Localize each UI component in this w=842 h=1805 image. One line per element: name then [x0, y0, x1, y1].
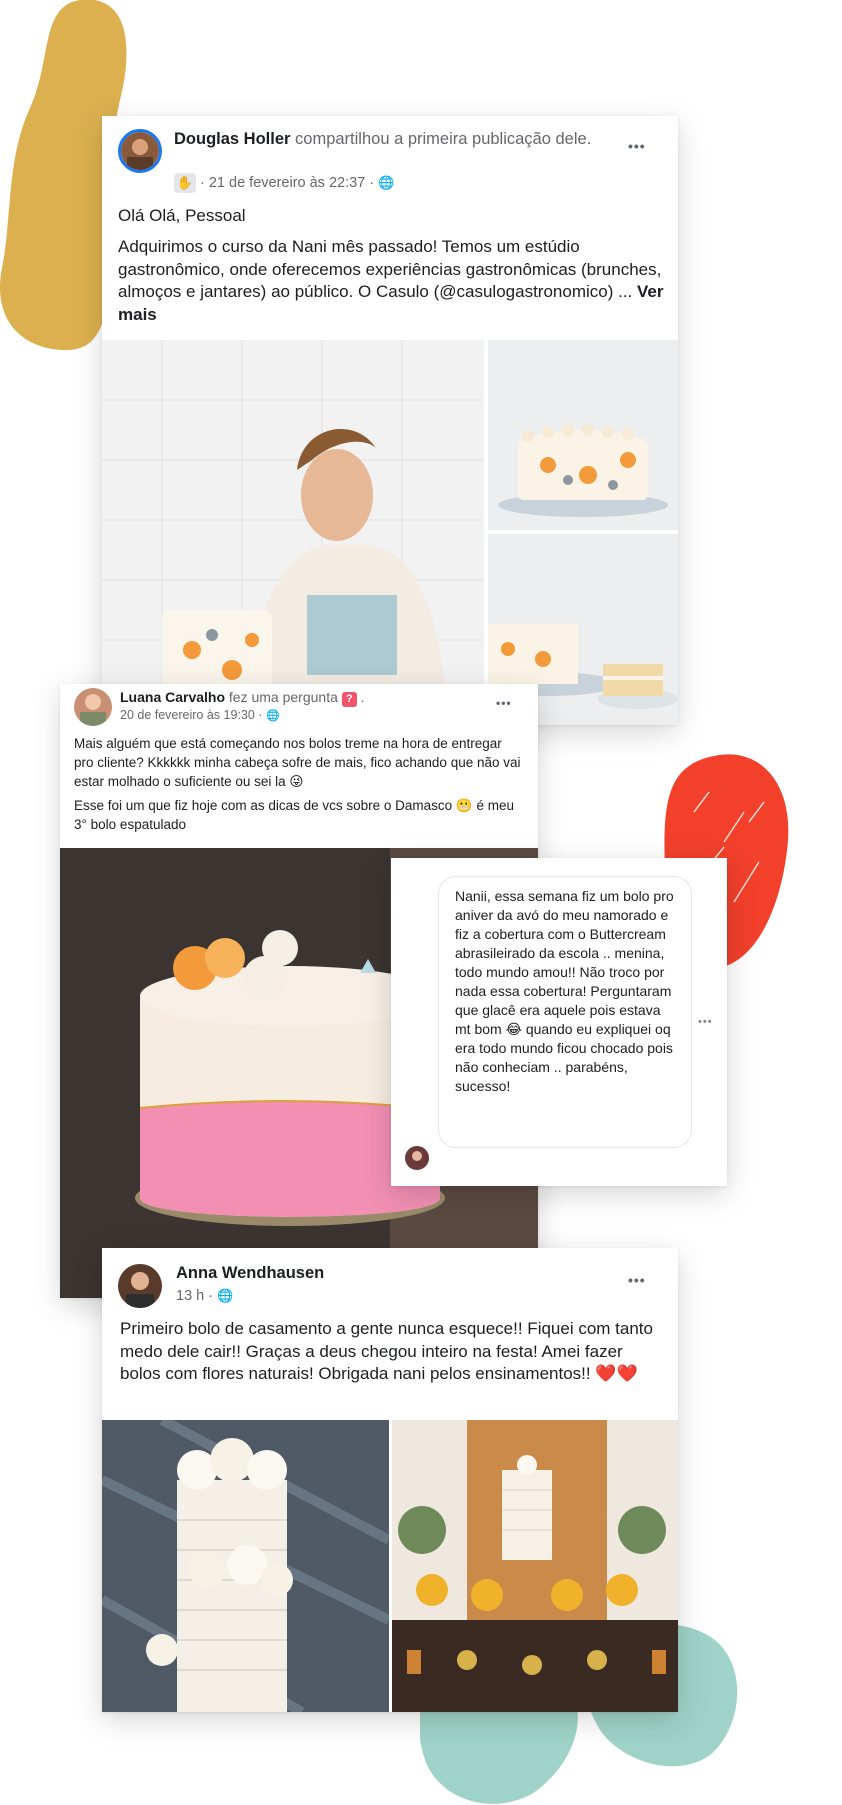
post-photo-wedding-table[interactable]: [392, 1420, 678, 1712]
comment-options-button[interactable]: •••: [698, 1016, 713, 1028]
post-photo-cake-1[interactable]: [488, 340, 678, 530]
avatar[interactable]: [118, 1264, 162, 1308]
post-meta: ✋ · 21 de fevereiro às 22:37 · 🌐: [174, 173, 394, 193]
comment-text: Nanii, essa semana fiz um bolo pro anive…: [455, 888, 674, 1094]
post-body-text: Adquirimos o curso da Nani mês passado! …: [118, 237, 662, 301]
post-header: Douglas Holler compartilhou a primeira p…: [174, 128, 594, 150]
globe-icon: 🌐: [217, 1288, 234, 1303]
post-greeting: Olá Olá, Pessoal: [118, 206, 246, 225]
more-options-button[interactable]: •••: [628, 1272, 646, 1288]
wave-badge-icon: ✋: [174, 173, 196, 193]
globe-icon: 🌐: [378, 175, 395, 190]
post-header: Luana Carvalho fez uma pergunta ? .: [120, 689, 365, 707]
avatar[interactable]: [118, 129, 162, 173]
avatar[interactable]: [74, 688, 112, 726]
avatar[interactable]: [405, 1146, 429, 1170]
post-body-text-2: Esse foi um que fiz hoje com as dicas de…: [74, 798, 515, 832]
question-icon: ?: [341, 692, 357, 707]
author-name[interactable]: Luana Carvalho: [120, 689, 225, 705]
post-body: Adquirimos o curso da Nani mês passado! …: [118, 236, 664, 326]
more-options-button[interactable]: •••: [628, 138, 646, 154]
comment-card: Nanii, essa semana fiz um bolo pro anive…: [391, 858, 727, 1186]
author-action: fez uma pergunta: [228, 689, 338, 705]
post-body-text: Primeiro bolo de casamento a gente nunca…: [120, 1319, 653, 1383]
post-meta: 13 h · 🌐: [176, 1288, 233, 1304]
post-timestamp[interactable]: · 21 de fevereiro às 22:37 ·: [200, 175, 374, 191]
post-card-anna: Anna Wendhausen 13 h · 🌐 ••• Primeiro bo…: [102, 1248, 678, 1712]
globe-icon: 🌐: [265, 710, 280, 722]
post-photo-baker[interactable]: [102, 340, 486, 725]
post-timestamp[interactable]: 20 de fevereiro às 19:30 ·: [120, 708, 262, 722]
comment-bubble: Nanii, essa semana fiz um bolo pro anive…: [438, 876, 692, 1148]
author-name[interactable]: Anna Wendhausen: [176, 1264, 324, 1283]
post-body-text: Mais alguém que está começando nos bolos…: [74, 736, 521, 789]
more-options-button[interactable]: •••: [496, 696, 512, 710]
post-timestamp[interactable]: 13 h ·: [176, 1288, 213, 1304]
author-name[interactable]: Douglas Holler: [174, 130, 290, 148]
post-photo-wedding-cake[interactable]: [102, 1420, 389, 1712]
post-card-douglas: Douglas Holler compartilhou a primeira p…: [102, 116, 678, 725]
post-meta: 20 de fevereiro às 19:30 · 🌐: [120, 708, 280, 722]
author-action: compartilhou a primeira publicação dele.: [295, 130, 592, 148]
